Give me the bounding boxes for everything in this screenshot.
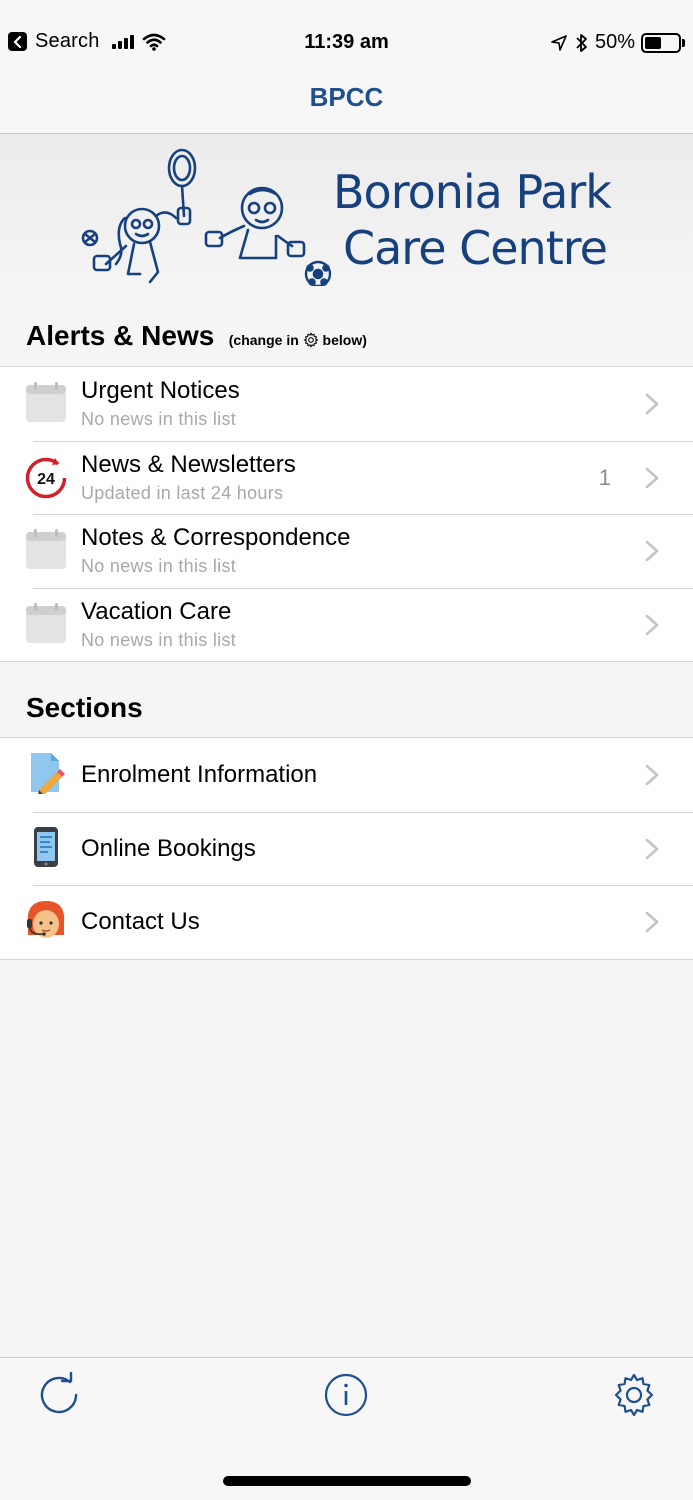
list-item-contact-us[interactable]: Contact Us — [0, 885, 693, 959]
section-title-sections: Sections — [26, 692, 143, 723]
sections-list: Enrolment Information Online Bookings Co… — [0, 737, 693, 960]
row-title: Vacation Care — [81, 597, 232, 625]
chevron-right-icon — [645, 467, 659, 488]
row-title: Notes & Correspondence — [81, 524, 351, 551]
chevron-right-icon — [645, 838, 659, 859]
status-bar: Search 11:39 am 50% — [0, 0, 693, 78]
row-title: Online Bookings — [81, 834, 256, 862]
location-arrow-icon — [551, 34, 567, 51]
calendar-icon — [26, 529, 66, 569]
kids-illustration-logo — [81, 148, 332, 286]
chevron-right-icon — [645, 393, 659, 415]
navigation-bar: BPCC — [0, 78, 693, 134]
home-indicator[interactable] — [223, 1476, 471, 1486]
page-title: BPCC — [309, 82, 384, 112]
list-item-online-bookings[interactable]: Online Bookings — [0, 811, 693, 886]
unread-count-badge: 1 — [598, 464, 611, 490]
row-title: News & Newsletters — [81, 450, 296, 478]
list-item-urgent-notices[interactable]: Urgent Notices No news in this list — [0, 367, 693, 441]
row-title: Contact Us — [81, 908, 200, 935]
battery-icon — [641, 32, 681, 53]
calendar-icon — [26, 602, 66, 643]
refresh-icon[interactable] — [36, 1372, 82, 1418]
sections-header: Sections — [26, 692, 143, 724]
settings-gear-icon[interactable] — [611, 1372, 657, 1418]
24-hours-icon: 24 — [25, 457, 67, 498]
row-subtitle: No news in this list — [81, 629, 237, 650]
logo-banner: Boronia Park Care Centre — [0, 134, 693, 304]
alerts-settings-hint: (change in below) — [228, 332, 367, 348]
calendar-icon — [26, 382, 66, 422]
chevron-right-icon — [645, 764, 659, 786]
list-item-news-newsletters[interactable]: 24 News & Newsletters Updated in last 24… — [0, 440, 693, 515]
chevron-right-icon — [645, 540, 659, 562]
battery-percent: 50% — [594, 31, 635, 53]
list-item-vacation-care[interactable]: Vacation Care No news in this list — [0, 587, 693, 662]
support-agent-icon — [27, 901, 65, 938]
row-title: Enrolment Information — [81, 761, 318, 788]
alerts-news-header: Alerts & News (change in below) — [26, 320, 367, 352]
list-item-notes-correspondence[interactable]: Notes & Correspondence No news in this l… — [0, 514, 693, 588]
bluetooth-icon — [576, 33, 587, 52]
section-title-alerts: Alerts & News — [26, 320, 215, 351]
chevron-right-icon — [645, 911, 659, 933]
tablet-icon — [34, 826, 58, 867]
row-subtitle: No news in this list — [81, 556, 237, 576]
chevron-right-icon — [645, 614, 659, 635]
row-subtitle: No news in this list — [81, 409, 237, 429]
svg-text:24: 24 — [37, 471, 55, 488]
row-title: Urgent Notices — [81, 377, 240, 404]
logo-wordmark: Boronia Park Care Centre — [333, 165, 612, 275]
row-subtitle: Updated in last 24 hours — [81, 482, 284, 503]
info-icon[interactable] — [323, 1372, 369, 1418]
gear-icon — [303, 332, 319, 348]
document-pencil-icon — [31, 753, 65, 794]
list-item-enrolment-information[interactable]: Enrolment Information — [0, 738, 693, 812]
alerts-list: Urgent Notices No news in this list 24 N… — [0, 366, 693, 662]
